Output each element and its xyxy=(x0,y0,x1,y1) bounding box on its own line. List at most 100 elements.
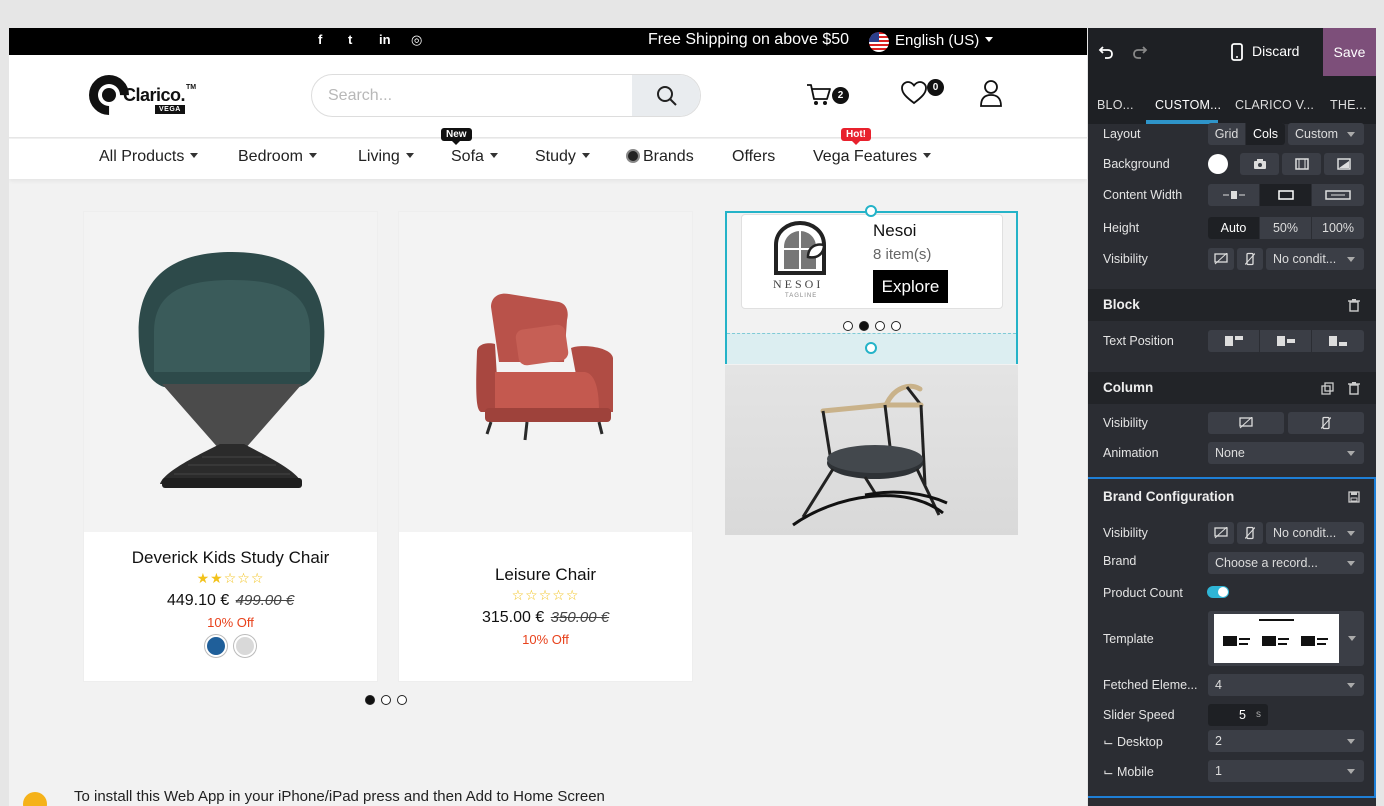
nav-sofa[interactable]: Sofa xyxy=(451,148,498,166)
language-selector[interactable]: English (US) xyxy=(895,32,994,49)
background-label: Background xyxy=(1103,157,1170,171)
facebook-icon[interactable]: f xyxy=(318,32,322,47)
rocking-chair-image[interactable] xyxy=(725,365,1018,535)
background-color-picker[interactable] xyxy=(1208,154,1228,174)
trash-icon[interactable] xyxy=(1348,299,1360,312)
tab-blocks[interactable]: BLO... xyxy=(1097,98,1134,112)
product-card[interactable]: Leisure Chair ☆☆☆☆☆ 315.00 € 350.00 € 10… xyxy=(398,211,693,682)
height-50[interactable]: 50% xyxy=(1260,217,1312,239)
brand-hide-desktop[interactable] xyxy=(1208,522,1234,544)
trash-icon[interactable] xyxy=(1348,382,1360,395)
discard-button[interactable]: Discard xyxy=(1252,43,1299,59)
wishlist-button[interactable]: 0 xyxy=(901,79,944,110)
brand-snippet-selected[interactable]: NESOI TAGLINE Nesoi 8 item(s) Explore xyxy=(725,205,1018,364)
nav-label: Study xyxy=(535,148,576,165)
logo-wordmark: Clarico. xyxy=(123,85,186,105)
carousel-dot[interactable] xyxy=(891,321,901,331)
brand-card[interactable]: NESOI TAGLINE Nesoi 8 item(s) Explore xyxy=(741,214,1003,309)
explore-button[interactable]: Explore xyxy=(873,270,948,303)
layout-grid-option[interactable]: Grid xyxy=(1208,123,1246,145)
linkedin-icon[interactable]: in xyxy=(379,32,391,47)
carousel-dot[interactable] xyxy=(875,321,885,331)
product-count-toggle[interactable] xyxy=(1207,586,1229,598)
text-bottom-icon xyxy=(1329,336,1347,346)
brand-visibility-select[interactable]: No condit... xyxy=(1266,522,1364,544)
text-position-center[interactable] xyxy=(1260,330,1312,352)
tab-theme[interactable]: THE... xyxy=(1330,98,1367,112)
nav-all-products[interactable]: All Products xyxy=(99,148,199,166)
height-label: Height xyxy=(1103,221,1140,235)
carousel-dot[interactable] xyxy=(843,321,853,331)
visibility-condition-select[interactable]: No condit... xyxy=(1266,248,1364,270)
brand-record-select[interactable]: Choose a record... xyxy=(1208,552,1364,574)
desktop-label: ⌙ Desktop xyxy=(1103,735,1163,749)
background-video-button[interactable] xyxy=(1282,153,1321,175)
nav-brands[interactable]: Brands xyxy=(626,148,694,166)
content-width-small[interactable] xyxy=(1208,184,1260,206)
column-hide-desktop[interactable] xyxy=(1208,412,1284,434)
twitter-icon[interactable]: t xyxy=(348,32,352,47)
height-auto[interactable]: Auto xyxy=(1208,217,1260,239)
template-label: Template xyxy=(1103,632,1154,646)
layout-custom-select[interactable]: Custom xyxy=(1288,123,1364,145)
product-image[interactable] xyxy=(399,212,692,532)
column-hide-mobile[interactable] xyxy=(1288,412,1364,434)
height-100[interactable]: 100% xyxy=(1312,217,1364,239)
search-button[interactable] xyxy=(632,75,700,116)
nav-vega-features[interactable]: Vega Features xyxy=(813,148,932,166)
content-width-regular[interactable] xyxy=(1260,184,1312,206)
carousel-dot[interactable] xyxy=(381,695,391,705)
nav-living[interactable]: Living xyxy=(358,148,414,166)
undo-icon[interactable] xyxy=(1098,44,1114,60)
background-shape-button[interactable] xyxy=(1324,153,1364,175)
brand-logo-tagline: TAGLINE xyxy=(785,293,818,299)
nav-study[interactable]: Study xyxy=(535,148,590,166)
resize-handle-bottom[interactable] xyxy=(865,342,877,354)
layout-cols-option[interactable]: Cols xyxy=(1246,123,1285,145)
save-snippet-icon[interactable] xyxy=(1348,491,1360,503)
product-image[interactable] xyxy=(84,212,377,532)
tab-clarico-vega[interactable]: CLARICO V... xyxy=(1235,98,1314,112)
tab-customize[interactable]: CUSTOM... xyxy=(1155,98,1221,112)
mobile-columns-select[interactable]: 1 xyxy=(1208,760,1364,782)
carousel-dot[interactable] xyxy=(365,695,375,705)
template-preview xyxy=(1214,614,1339,663)
duplicate-icon[interactable] xyxy=(1321,382,1334,395)
mobile-preview-icon[interactable] xyxy=(1231,43,1243,61)
template-select[interactable] xyxy=(1208,611,1364,666)
product-title[interactable]: Leisure Chair xyxy=(399,565,692,585)
camera-icon xyxy=(1253,159,1266,169)
color-swatch-blue[interactable] xyxy=(205,635,227,657)
discount-label: 10% Off xyxy=(207,615,254,630)
color-swatch-grey[interactable] xyxy=(234,635,256,657)
search-input[interactable] xyxy=(312,75,632,116)
hide-desktop-button[interactable] xyxy=(1208,248,1234,270)
mobile-off-icon xyxy=(1321,416,1331,430)
carousel-dot[interactable] xyxy=(859,321,869,331)
top-bar: f t in ◎ Free Shipping on above $50 Engl… xyxy=(9,28,1087,55)
product-title[interactable]: Deverick Kids Study Chair xyxy=(84,548,377,568)
column-title: Column xyxy=(1103,380,1154,395)
nav-bedroom[interactable]: Bedroom xyxy=(238,148,317,166)
resize-handle-top[interactable] xyxy=(865,205,877,217)
account-button[interactable] xyxy=(979,79,1003,112)
carousel-dot[interactable] xyxy=(397,695,407,705)
save-button[interactable]: Save xyxy=(1323,28,1376,76)
product-card[interactable]: Deverick Kids Study Chair ★★☆☆☆ 449.10 €… xyxy=(83,211,378,682)
animation-select[interactable]: None xyxy=(1208,442,1364,464)
fetched-elements-select[interactable]: 4 xyxy=(1208,674,1364,696)
text-position-bottom[interactable] xyxy=(1312,330,1364,352)
text-position-left[interactable] xyxy=(1208,330,1260,352)
nav-offers[interactable]: Offers xyxy=(732,148,775,166)
hide-mobile-button[interactable] xyxy=(1237,248,1263,270)
background-image-button[interactable] xyxy=(1240,153,1279,175)
redo-icon[interactable] xyxy=(1132,44,1148,60)
content-width-full[interactable] xyxy=(1312,184,1364,206)
desktop-columns-select[interactable]: 2 xyxy=(1208,730,1364,752)
site-logo[interactable]: Clarico. TM VEGA xyxy=(80,66,199,124)
cart-button[interactable]: 2 xyxy=(806,83,849,112)
chevron-down-icon xyxy=(985,37,994,42)
instagram-icon[interactable]: ◎ xyxy=(411,32,422,48)
brand-hide-mobile[interactable] xyxy=(1237,522,1263,544)
desktop-off-icon xyxy=(1214,253,1228,265)
